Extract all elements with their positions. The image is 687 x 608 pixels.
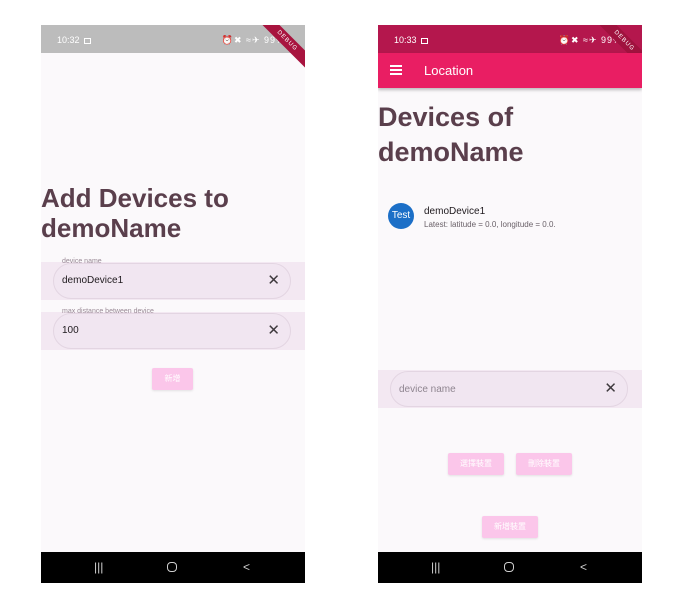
recents-icon[interactable]: ||| bbox=[94, 560, 103, 574]
page-title-line2: demoName bbox=[41, 213, 182, 243]
max-distance-label: max distance between device bbox=[62, 308, 154, 315]
max-distance-field[interactable]: max distance between device 100 ✕ bbox=[53, 308, 291, 349]
page-title-line2: demoName bbox=[378, 137, 524, 167]
app-bar-title: Location bbox=[424, 63, 474, 78]
status-time: 10:33 bbox=[394, 35, 428, 45]
add-device-button[interactable]: 新增裝置 bbox=[482, 516, 538, 538]
device-name: demoDevice1 bbox=[424, 206, 486, 217]
back-icon[interactable]: < bbox=[580, 560, 587, 574]
avatar: Test bbox=[388, 203, 414, 229]
home-icon[interactable] bbox=[504, 562, 514, 572]
page-title: Devices of demoName bbox=[378, 100, 524, 170]
nav-bar: ||| < bbox=[378, 552, 642, 583]
device-name-placeholder: device name bbox=[399, 384, 456, 395]
device-latest-location: Latest: latitude = 0.0, longitude = 0.0. bbox=[424, 220, 556, 229]
device-name-input[interactable]: device name ✕ bbox=[390, 371, 628, 407]
add-button[interactable]: 新增 bbox=[152, 368, 193, 390]
select-device-button[interactable]: 選擇裝置 bbox=[448, 453, 504, 475]
app-bar: Location bbox=[378, 53, 642, 88]
device-name-field[interactable]: device name demoDevice1 ✕ bbox=[53, 258, 291, 299]
recents-icon[interactable]: ||| bbox=[431, 560, 440, 574]
max-distance-value: 100 bbox=[62, 325, 79, 336]
page-title: Add Devices to demoName bbox=[41, 183, 229, 243]
menu-icon[interactable] bbox=[390, 65, 402, 75]
add-device-screen: 10:32 ⏰✖ ≈✈ 99%▮ DEBUG Add Devices to de… bbox=[41, 25, 305, 583]
home-icon[interactable] bbox=[167, 562, 177, 572]
clear-icon[interactable]: ✕ bbox=[267, 273, 280, 288]
device-list-screen: 10:33 ⏰✖ ≈✈ 99%▮ DEBUG Location Devices … bbox=[378, 25, 642, 583]
page-title-line1: Add Devices to bbox=[41, 183, 229, 213]
status-time: 10:32 bbox=[57, 35, 91, 45]
delete-device-button[interactable]: 刪除裝置 bbox=[516, 453, 572, 475]
gallery-icon bbox=[420, 37, 428, 44]
back-icon[interactable]: < bbox=[243, 560, 250, 574]
device-name-value: demoDevice1 bbox=[62, 275, 124, 286]
nav-bar: ||| < bbox=[41, 552, 305, 583]
status-bar: 10:32 ⏰✖ ≈✈ 99%▮ bbox=[41, 25, 305, 53]
gallery-icon bbox=[83, 37, 91, 44]
device-name-label: device name bbox=[62, 258, 102, 265]
clear-icon[interactable]: ✕ bbox=[267, 323, 280, 338]
page-title-line1: Devices of bbox=[378, 102, 514, 132]
clear-icon[interactable]: ✕ bbox=[604, 381, 617, 396]
status-bar: 10:33 ⏰✖ ≈✈ 99%▮ bbox=[378, 25, 642, 53]
